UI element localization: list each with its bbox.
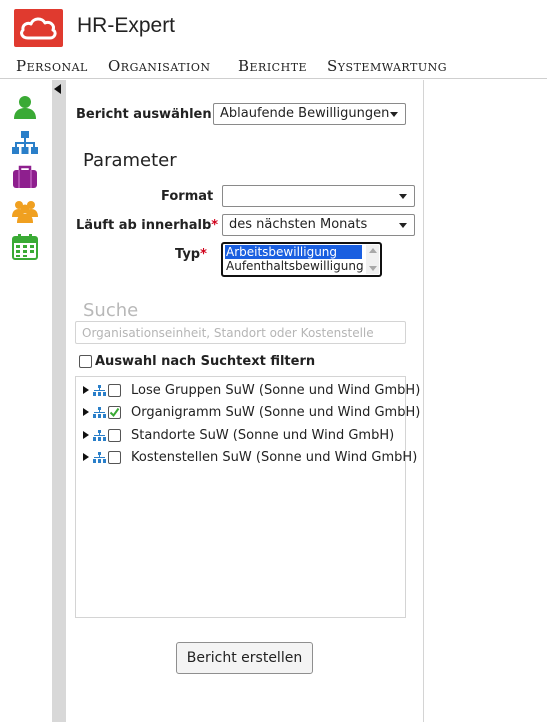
- tree-checkbox[interactable]: [108, 406, 121, 419]
- expires-label-text: Läuft ab innerhalb: [76, 218, 212, 233]
- tree-item-label[interactable]: Lose Gruppen SuW (Sonne und Wind GmbH): [131, 383, 420, 398]
- report-select-label: Bericht auswählen: [76, 107, 212, 122]
- panel-collapse-bar[interactable]: [52, 80, 66, 722]
- group-icon[interactable]: [12, 198, 38, 224]
- expires-label: Läuft ab innerhalb*: [76, 218, 218, 233]
- main-menu: Personal Organisation Berichte Systemwar…: [0, 55, 547, 79]
- parameter-title: Parameter: [83, 150, 177, 171]
- filter-checkbox[interactable]: [79, 355, 92, 368]
- required-mark: *: [200, 247, 207, 262]
- menu-item-systemwartung[interactable]: Systemwartung: [327, 57, 447, 75]
- type-option[interactable]: Arbeitsbewilligung: [225, 245, 362, 259]
- tree-item-label[interactable]: Organigramm SuW (Sonne und Wind GmbH): [131, 405, 420, 420]
- app-logo[interactable]: [14, 9, 63, 47]
- org-chart-icon: [93, 430, 106, 441]
- tree-row: Standorte SuW (Sonne und Wind GmbH): [76, 427, 405, 445]
- content-area: [424, 80, 547, 722]
- menu-item-personal[interactable]: Personal: [16, 57, 88, 75]
- filter-label: Auswahl nach Suchtext filtern: [95, 354, 316, 369]
- org-chart-icon: [93, 407, 106, 418]
- briefcase-icon[interactable]: [12, 164, 38, 190]
- type-option[interactable]: Aufenthaltsbewilligung: [225, 259, 364, 273]
- tree-checkbox[interactable]: [108, 451, 121, 464]
- type-listbox[interactable]: Arbeitsbewilligung Aufenthaltsbewilligun…: [221, 242, 382, 277]
- listbox-scrollbar[interactable]: [366, 245, 379, 274]
- check-icon: [109, 407, 120, 418]
- tree-checkbox[interactable]: [108, 429, 121, 442]
- format-select[interactable]: [222, 185, 415, 207]
- expand-arrow-icon[interactable]: [83, 408, 89, 416]
- search-title: Suche: [83, 300, 139, 321]
- format-label: Format: [161, 189, 214, 204]
- type-label-text: Typ: [175, 247, 201, 262]
- expand-arrow-icon[interactable]: [83, 431, 89, 439]
- menu-item-berichte[interactable]: Berichte: [238, 57, 307, 75]
- scroll-up-icon[interactable]: [369, 248, 377, 253]
- org-chart-icon: [93, 385, 106, 396]
- expires-select-value: des nächsten Monats: [229, 217, 368, 232]
- expand-arrow-icon[interactable]: [83, 386, 89, 394]
- tree-checkbox[interactable]: [108, 384, 121, 397]
- calendar-icon[interactable]: [12, 234, 38, 260]
- expires-select[interactable]: des nächsten Monats: [222, 214, 415, 236]
- sidebar: [0, 80, 52, 722]
- scroll-down-icon[interactable]: [369, 266, 377, 271]
- tree-item-label[interactable]: Standorte SuW (Sonne und Wind GmbH): [131, 428, 394, 443]
- tree-row: Kostenstellen SuW (Sonne und Wind GmbH): [76, 449, 417, 467]
- chevron-down-icon: [399, 194, 407, 199]
- app-title: HR-Expert: [77, 14, 176, 37]
- collapse-arrow-icon[interactable]: [54, 84, 61, 94]
- expand-arrow-icon[interactable]: [83, 453, 89, 461]
- cloud-icon: [20, 17, 57, 40]
- type-label: Typ*: [175, 247, 207, 262]
- report-select[interactable]: Ablaufende Bewilligungen: [213, 103, 406, 125]
- tree-item-label[interactable]: Kostenstellen SuW (Sonne und Wind GmbH): [131, 450, 417, 465]
- report-select-value: Ablaufende Bewilligungen: [220, 106, 390, 121]
- create-report-button[interactable]: Bericht erstellen: [176, 642, 313, 674]
- required-mark: *: [211, 218, 219, 233]
- app-header: HR-Expert: [0, 0, 547, 55]
- org-tree: Lose Gruppen SuW (Sonne und Wind GmbH) O…: [75, 376, 420, 618]
- chevron-down-icon: [399, 223, 407, 228]
- chevron-down-icon: [390, 112, 398, 117]
- org-chart-icon[interactable]: [12, 130, 38, 156]
- org-chart-icon: [93, 452, 106, 463]
- tree-row: Lose Gruppen SuW (Sonne und Wind GmbH): [76, 382, 420, 400]
- person-icon[interactable]: [12, 94, 38, 120]
- menu-item-organisation[interactable]: Organisation: [108, 57, 210, 75]
- search-input[interactable]: [75, 321, 406, 344]
- tree-row: Organigramm SuW (Sonne und Wind GmbH): [76, 404, 420, 422]
